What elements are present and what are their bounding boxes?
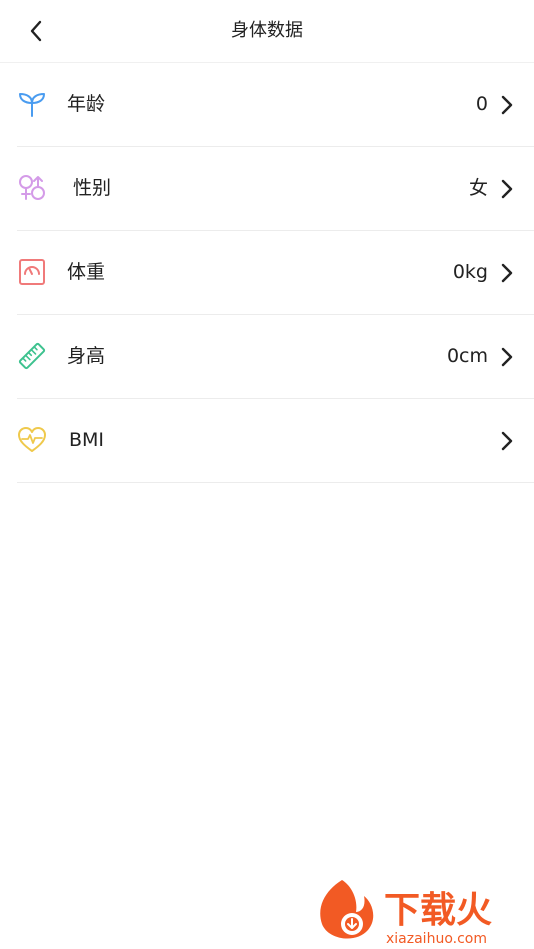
height-value: 0cm xyxy=(446,345,488,367)
chevron-right-icon xyxy=(501,179,513,199)
top-bar: 身体数据 xyxy=(0,0,534,63)
gender-label: 性别 xyxy=(73,177,112,199)
bmi-label: BMI xyxy=(69,429,105,451)
weight-row[interactable]: 体重 0kg xyxy=(17,231,534,315)
weight-label: 体重 xyxy=(67,261,106,283)
age-row[interactable]: 年龄 0 xyxy=(17,63,534,147)
bmi-row[interactable]: BMI xyxy=(17,399,534,483)
chevron-right-icon xyxy=(501,347,513,367)
gender-icon xyxy=(17,173,47,203)
gender-value: 女 xyxy=(468,177,488,199)
ruler-icon xyxy=(17,341,47,371)
watermark-logo: 下载火 xiazaihuo.com xyxy=(312,872,532,947)
sprout-icon xyxy=(17,89,47,119)
gender-row[interactable]: 性别 女 xyxy=(17,147,534,231)
chevron-right-icon xyxy=(501,431,513,451)
body-data-list: 年龄 0 性别 女 体重 0kg 身高 0cm BMI xyxy=(17,63,534,483)
scale-icon xyxy=(17,257,47,287)
svg-text:下载火: 下载火 xyxy=(384,890,492,931)
weight-value: 0kg xyxy=(452,261,488,283)
age-value: 0 xyxy=(475,93,488,115)
chevron-right-icon xyxy=(501,95,513,115)
page-title: 身体数据 xyxy=(231,20,303,41)
height-row[interactable]: 身高 0cm xyxy=(17,315,534,399)
svg-text:xiazaihuo.com: xiazaihuo.com xyxy=(386,931,487,946)
heart-pulse-icon xyxy=(17,425,47,455)
age-label: 年龄 xyxy=(67,93,106,115)
body-data-page: 身体数据 年龄 0 性别 女 体重 0kg 身高 0cm BMI 下载火 xia… xyxy=(0,0,534,949)
height-label: 身高 xyxy=(67,345,106,367)
chevron-right-icon xyxy=(501,263,513,283)
